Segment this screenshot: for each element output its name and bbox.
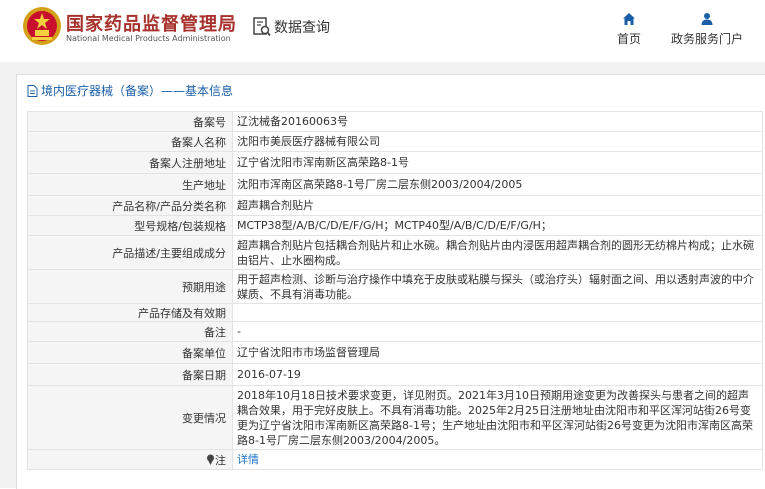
table-row: 变更情况 2018年10月18日技术要求变更，详见附页。2021年3月10日预期… <box>27 385 763 450</box>
document-icon <box>27 84 38 97</box>
row-value: 2016-07-19 <box>232 363 763 386</box>
panel-title-text: 境内医疗器械（备案）——基本信息 <box>41 84 234 98</box>
pin-icon <box>207 454 214 465</box>
row-value: 超声耦合剂贴片 <box>232 195 763 216</box>
nav-home[interactable]: 首页 <box>614 12 644 47</box>
site-title-cn: 国家药品监督管理局 <box>66 14 237 35</box>
row-key: 变更情况 <box>27 385 233 450</box>
table-row: 产品描述/主要组成成分 超声耦合剂贴片包括耦合剂贴片和止水碗。耦合剂贴片由内浸医… <box>27 235 763 270</box>
row-value: 详情 <box>232 449 763 470</box>
data-query-link[interactable]: 数据查询 <box>253 17 330 37</box>
row-value <box>232 303 763 322</box>
row-value: - <box>232 321 763 342</box>
nav-gov-portal[interactable]: 政务服务门户 <box>668 12 746 47</box>
row-key: 预期用途 <box>27 269 233 304</box>
row-key: 产品描述/主要组成成分 <box>27 235 233 270</box>
row-value: 超声耦合剂贴片包括耦合剂贴片和止水碗。耦合剂贴片由内浸医用超声耦合剂的圆形无纺棉… <box>232 235 763 270</box>
table-row: 备案日期 2016-07-19 <box>27 363 763 386</box>
row-key: 备案单位 <box>27 341 233 364</box>
row-key: 备案人注册地址 <box>27 151 233 174</box>
row-key: 备案人名称 <box>27 131 233 152</box>
document-search-icon <box>253 17 271 37</box>
table-row: 生产地址 沈阳市浑南区高荣路8-1号厂房二层东侧2003/2004/2005 <box>27 173 763 196</box>
row-value: 辽沈械备20160063号 <box>232 111 763 132</box>
row-key: 型号规格/包装规格 <box>27 215 233 236</box>
table-row: 备案人名称 沈阳市美辰医疗器械有限公司 <box>27 131 763 152</box>
table-row: 备注 - <box>27 321 763 342</box>
row-value: 辽宁省沈阳市市场监督管理局 <box>232 341 763 364</box>
info-table: 备案号 辽沈械备20160063号 备案人名称 沈阳市美辰医疗器械有限公司 备案… <box>27 111 763 470</box>
row-value: 辽宁省沈阳市浑南新区高荣路8-1号 <box>232 151 763 174</box>
table-row: 备案人注册地址 辽宁省沈阳市浑南新区高荣路8-1号 <box>27 151 763 174</box>
site-title-en: National Medical Products Administration <box>66 34 231 43</box>
nav-home-label: 首页 <box>616 32 641 46</box>
top-header: 国家药品监督管理局 National Medical Products Admi… <box>0 0 765 62</box>
row-value: MCTP38型/A/B/C/D/E/F/G/H；MCTP40型/A/B/C/D/… <box>232 215 763 236</box>
row-key: 备案日期 <box>27 363 233 386</box>
details-link[interactable]: 详情 <box>237 453 259 466</box>
table-row: 预期用途 用于超声检测、诊断与治疗操作中填充于皮肤或粘膜与探头（或治疗头）辐射面… <box>27 269 763 304</box>
user-icon <box>701 13 713 25</box>
row-value: 沈阳市浑南区高荣路8-1号厂房二层东侧2003/2004/2005 <box>232 173 763 196</box>
panel-title: 境内医疗器械（备案）——基本信息 <box>27 82 233 99</box>
row-key-text: 注 <box>215 453 226 467</box>
row-key: 备案号 <box>27 111 233 132</box>
row-value: 用于超声检测、诊断与治疗操作中填充于皮肤或粘膜与探头（或治疗头）辐射面之间、用以… <box>232 269 763 304</box>
home-icon <box>623 13 635 25</box>
row-key: 产品存储及有效期 <box>27 303 233 322</box>
table-row: 产品存储及有效期 <box>27 303 763 322</box>
data-query-label: 数据查询 <box>274 20 330 36</box>
table-row: 型号规格/包装规格 MCTP38型/A/B/C/D/E/F/G/H；MCTP40… <box>27 215 763 236</box>
emblem-icon <box>23 7 61 45</box>
table-row: 备案单位 辽宁省沈阳市市场监督管理局 <box>27 341 763 364</box>
detail-panel: 境内医疗器械（备案）——基本信息 备案号 辽沈械备20160063号 备案人名称… <box>16 74 765 489</box>
table-row: 备案号 辽沈械备20160063号 <box>27 111 763 132</box>
nav-gov-label: 政务服务门户 <box>670 32 743 46</box>
row-key-note: 注 <box>27 449 233 470</box>
row-value: 2018年10月18日技术要求变更，详见附页。2021年3月10日预期用途变更为… <box>232 385 763 450</box>
table-row: 产品名称/产品分类名称 超声耦合剂贴片 <box>27 195 763 216</box>
row-key: 生产地址 <box>27 173 233 196</box>
table-row: 注 详情 <box>27 449 763 470</box>
row-key: 备注 <box>27 321 233 342</box>
row-key: 产品名称/产品分类名称 <box>27 195 233 216</box>
row-value: 沈阳市美辰医疗器械有限公司 <box>232 131 763 152</box>
